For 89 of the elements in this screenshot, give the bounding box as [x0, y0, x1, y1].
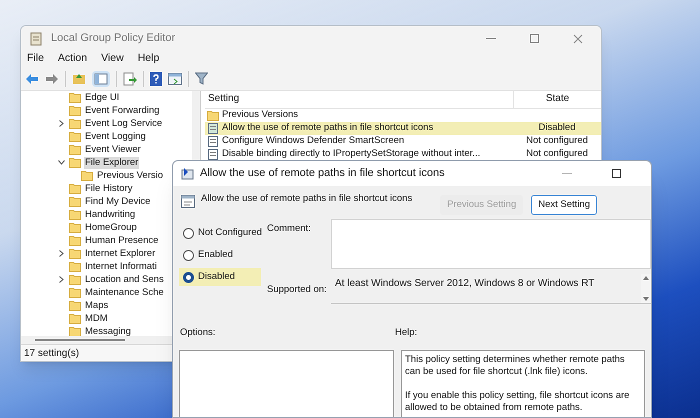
supported-on-text: At least Windows Server 2012, Windows 8 or Windows RT [334, 277, 596, 291]
folder-icon [69, 248, 81, 259]
folder-icon [69, 118, 81, 129]
menu-item[interactable]: View [101, 51, 124, 67]
tree-item[interactable]: Location and Sens [84, 274, 165, 286]
folder-icon [69, 274, 81, 285]
folder-icon [69, 300, 81, 311]
folder-icon [69, 235, 81, 246]
setting-name: Allow the use of remote paths in file shortcut icons [221, 121, 434, 136]
export-list-icon[interactable] [123, 72, 137, 86]
tree-item[interactable]: Previous Versio [96, 170, 164, 182]
tree-item[interactable]: Event Log Service [84, 118, 164, 130]
setting-state: Not configured [525, 134, 589, 148]
menu-item[interactable]: File [27, 51, 44, 67]
tree-item[interactable]: File History [84, 182, 134, 194]
folder-icon [69, 144, 81, 155]
folder-icon [69, 287, 81, 298]
policy-setting-icon [181, 194, 195, 208]
folder-icon [69, 209, 81, 220]
tree-item[interactable]: Edge UI [84, 92, 120, 104]
tree-item[interactable]: Internet Informati [84, 260, 158, 272]
setting-state: Not configured [525, 147, 589, 162]
tree-item[interactable]: Event Logging [84, 130, 147, 142]
radio-option[interactable]: Enabled [179, 246, 261, 264]
chevron-right-icon[interactable] [59, 276, 64, 283]
list-row[interactable]: Disable binding directly to IPropertySetStorage without inter... Not configured [205, 148, 601, 161]
filter-icon[interactable] [195, 72, 208, 85]
column-header[interactable]: Setting [205, 91, 513, 108]
policy-setting-icon [181, 167, 194, 180]
tree-item[interactable]: Handwriting [84, 208, 136, 220]
supported-on-label: Supported on: [267, 283, 328, 298]
tree-item[interactable]: Event Viewer [84, 144, 142, 156]
tree-item[interactable]: Maps [84, 300, 110, 312]
menu-item[interactable]: Action [58, 51, 88, 67]
tree-item[interactable]: Messaging [84, 326, 132, 336]
dialog-title: Allow the use of remote paths in file shortcut icons [200, 166, 445, 182]
folder-up-icon[interactable] [72, 72, 86, 85]
properties-icon[interactable] [168, 72, 182, 84]
tree-item[interactable]: HomeGroup [84, 222, 138, 234]
scrollbar[interactable] [641, 274, 651, 303]
policy-heading: Allow the use of remote paths in file shortcut icons [201, 192, 412, 206]
tree-item[interactable]: MDM [84, 312, 109, 324]
maximize-icon[interactable] [612, 169, 621, 178]
comment-label: Comment: [267, 222, 312, 236]
list-row[interactable]: Previous Versions [205, 109, 601, 122]
setting-name: Previous Versions [221, 108, 300, 122]
chevron-right-icon[interactable] [59, 250, 64, 257]
radio-option[interactable]: Not Configured [179, 224, 261, 242]
menu-item[interactable]: Help [138, 51, 160, 67]
folder-icon [81, 170, 93, 181]
dialog-button[interactable]: Next Setting [531, 195, 597, 215]
column-header[interactable]: State [513, 91, 601, 108]
list-row[interactable]: Allow the use of remote paths in file shortcut icons Disabled [205, 122, 601, 135]
folder-icon [69, 222, 81, 233]
window-title: Local Group Policy Editor [51, 31, 176, 46]
setting-state: Disabled [538, 121, 576, 136]
folder-icon [69, 157, 81, 168]
comment-field[interactable] [331, 219, 651, 269]
help-label: Help: [395, 326, 418, 340]
chevron-right-icon[interactable] [59, 120, 64, 127]
help-paragraph: If you enable this policy setting, file shortcut icons are allowed to be obtained from remote paths. [405, 390, 630, 414]
tree-pane-icon[interactable] [92, 70, 110, 86]
back-arrow-icon[interactable] [25, 72, 39, 84]
chevron-down-icon[interactable] [58, 160, 65, 165]
scroll-down-icon[interactable] [643, 297, 649, 301]
forward-arrow-icon[interactable] [45, 72, 59, 84]
close-icon[interactable] [573, 34, 583, 44]
policy-icon [208, 123, 218, 134]
tree-item[interactable]: File Explorer [84, 156, 140, 168]
tree-item[interactable]: Event Forwarding [84, 104, 160, 116]
tree-item[interactable]: Human Presence [84, 234, 160, 246]
setting-name: Configure Windows Defender SmartScreen [221, 134, 406, 148]
policy-editor-icon [29, 32, 43, 46]
folder-icon [69, 313, 81, 324]
policy-icon [208, 136, 218, 147]
options-label: Options: [179, 326, 216, 340]
folder-icon [69, 196, 81, 207]
tree-item[interactable]: Maintenance Sche [84, 286, 165, 298]
folder-icon [69, 105, 81, 116]
folder-icon [69, 131, 81, 142]
help-icon[interactable] [150, 72, 162, 86]
setting-name: Disable binding directly to IPropertySetStorage without inter... [221, 147, 482, 162]
tree-item[interactable]: Internet Explorer [84, 248, 156, 260]
tree-item[interactable]: Find My Device [84, 196, 152, 208]
folder-icon [69, 261, 81, 272]
list-row[interactable]: Configure Windows Defender SmartScreen Not configured [205, 135, 601, 148]
radio-option[interactable]: Disabled [179, 268, 261, 286]
folder-icon [69, 183, 81, 194]
scroll-up-icon[interactable] [643, 276, 649, 280]
